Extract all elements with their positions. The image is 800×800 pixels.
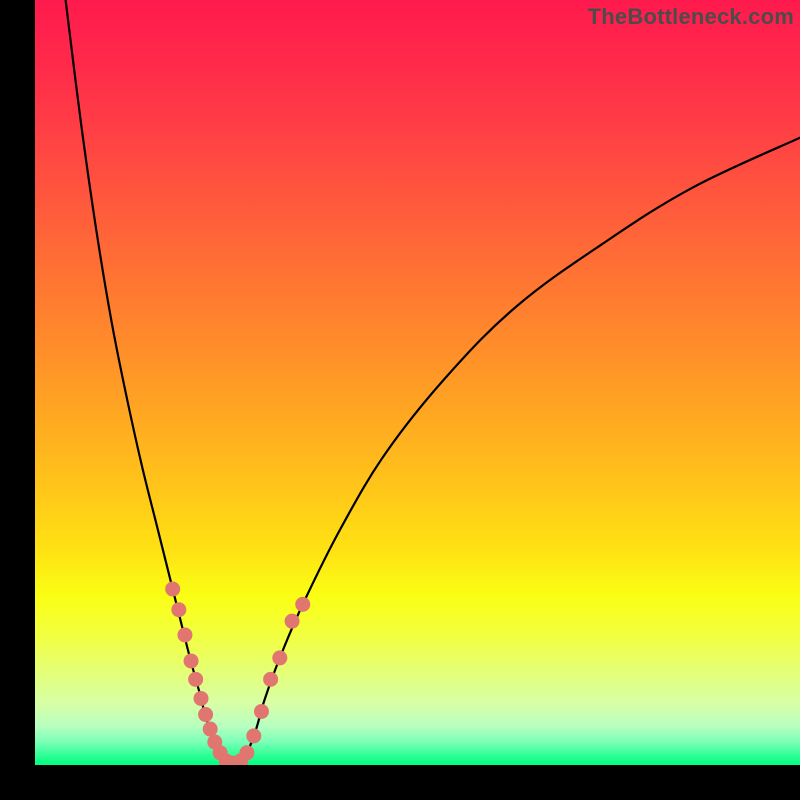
data-point bbox=[239, 745, 254, 760]
data-point bbox=[203, 722, 218, 737]
data-point bbox=[194, 691, 209, 706]
chart-frame: TheBottleneck.com bbox=[0, 0, 800, 800]
data-point bbox=[263, 672, 278, 687]
data-point bbox=[188, 672, 203, 687]
data-point bbox=[285, 614, 300, 629]
chart-svg bbox=[35, 0, 800, 765]
bottleneck-curve bbox=[66, 0, 800, 763]
scatter-group bbox=[165, 582, 310, 765]
data-point bbox=[246, 728, 261, 743]
data-point bbox=[295, 597, 310, 612]
data-point bbox=[254, 704, 269, 719]
data-point bbox=[198, 707, 213, 722]
data-point bbox=[272, 650, 287, 665]
data-point bbox=[177, 627, 192, 642]
data-point bbox=[184, 653, 199, 668]
data-point bbox=[165, 582, 180, 597]
plot-area: TheBottleneck.com bbox=[35, 0, 800, 765]
data-point bbox=[171, 602, 186, 617]
curve-group bbox=[66, 0, 800, 763]
